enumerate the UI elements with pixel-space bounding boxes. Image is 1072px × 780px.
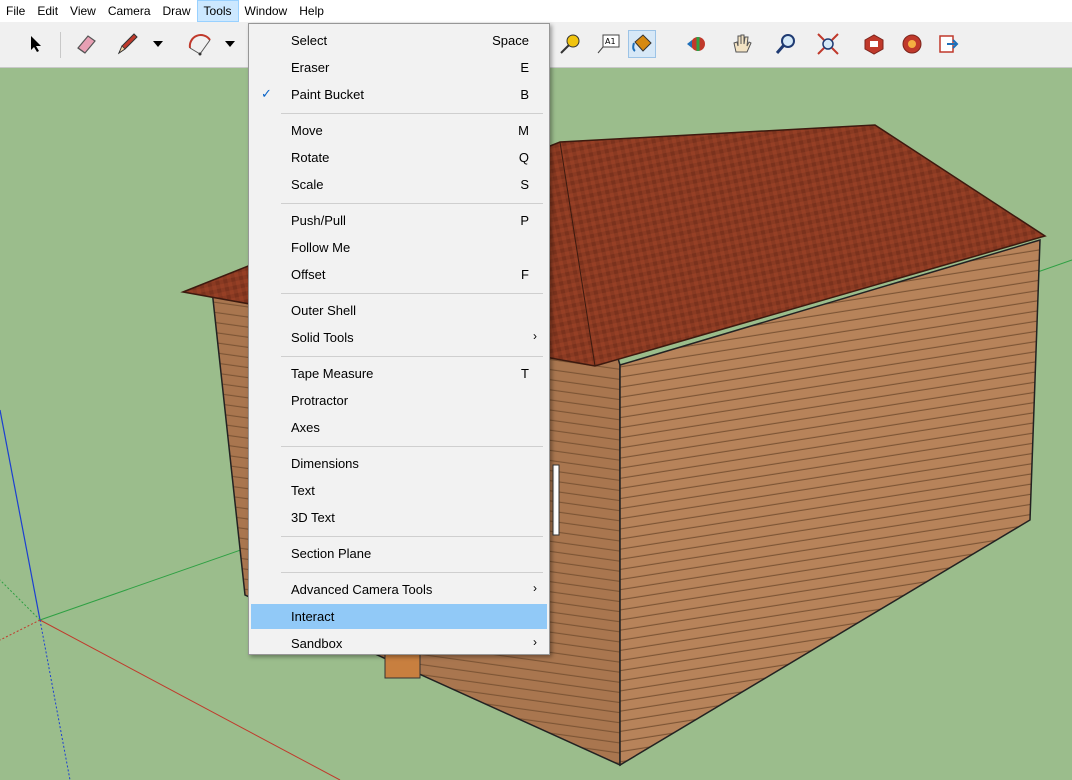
arc-icon[interactable] bbox=[186, 30, 214, 58]
menu-separator bbox=[281, 113, 543, 114]
menu-item-label: Advanced Camera Tools bbox=[291, 582, 433, 597]
menu-item-advanced-camera-tools[interactable]: Advanced Camera Tools › bbox=[251, 577, 547, 602]
menu-item-section-plane[interactable]: Section Plane bbox=[251, 541, 547, 566]
menu-item-label: Axes bbox=[291, 420, 320, 435]
menu-item-label: Solid Tools bbox=[291, 330, 354, 345]
checkmark-icon: ✓ bbox=[261, 86, 272, 101]
menu-bar: File Edit View Camera Draw Tools Window Help bbox=[0, 0, 1072, 22]
menu-item-label: Dimensions bbox=[291, 456, 359, 471]
menu-item-label: Push/Pull bbox=[291, 213, 346, 228]
select-arrow-icon[interactable] bbox=[22, 30, 50, 58]
menu-view[interactable]: View bbox=[64, 0, 102, 22]
menu-separator bbox=[281, 536, 543, 537]
menu-item-label: Offset bbox=[291, 267, 326, 282]
menu-file[interactable]: File bbox=[0, 0, 31, 22]
menu-item-label: Outer Shell bbox=[291, 303, 357, 318]
menu-item-shortcut: B bbox=[520, 87, 529, 102]
menu-item-outer-shell[interactable]: Outer Shell bbox=[251, 298, 547, 323]
menu-item-3d-text[interactable]: 3D Text bbox=[251, 505, 547, 530]
menu-separator bbox=[281, 572, 543, 573]
svg-text:A1: A1 bbox=[605, 37, 616, 46]
submenu-arrow-icon: › bbox=[533, 581, 537, 595]
menu-item-label: Section Plane bbox=[291, 546, 372, 561]
menu-item-move[interactable]: Move M bbox=[251, 118, 547, 143]
menu-item-shortcut: M bbox=[518, 123, 529, 138]
menu-item-label: Follow Me bbox=[291, 240, 351, 255]
menu-item-shortcut: T bbox=[521, 366, 529, 381]
menu-help[interactable]: Help bbox=[293, 0, 330, 22]
3d-warehouse-icon[interactable] bbox=[860, 30, 888, 58]
submenu-arrow-icon: › bbox=[533, 329, 537, 343]
menu-item-interact[interactable]: Interact bbox=[251, 604, 547, 629]
menu-item-label: Sandbox bbox=[291, 636, 343, 651]
zoom-icon[interactable] bbox=[772, 30, 800, 58]
menu-item-label: Text bbox=[291, 483, 315, 498]
layout-send-icon[interactable] bbox=[934, 30, 962, 58]
menu-item-follow-me[interactable]: Follow Me bbox=[251, 235, 547, 260]
menu-separator bbox=[281, 293, 543, 294]
menu-tools[interactable]: Tools bbox=[196, 0, 239, 22]
eraser-icon[interactable] bbox=[72, 30, 100, 58]
menu-item-label: Protractor bbox=[291, 393, 349, 408]
dropdown-arrow-icon[interactable] bbox=[150, 30, 166, 58]
menu-item-dimensions[interactable]: Dimensions bbox=[251, 451, 547, 476]
menu-separator bbox=[281, 203, 543, 204]
orbit-icon[interactable] bbox=[684, 30, 712, 58]
extension-warehouse-icon[interactable] bbox=[898, 30, 926, 58]
menu-edit[interactable]: Edit bbox=[31, 0, 64, 22]
menu-item-shortcut: P bbox=[520, 213, 529, 228]
menu-item-shortcut: E bbox=[520, 60, 529, 75]
menu-separator bbox=[281, 446, 543, 447]
menu-draw[interactable]: Draw bbox=[157, 0, 197, 22]
menu-item-label: Move bbox=[291, 123, 323, 138]
menu-item-solid-tools[interactable]: Solid Tools › bbox=[251, 325, 547, 350]
menu-item-rotate[interactable]: Rotate Q bbox=[251, 145, 547, 170]
tape-measure-icon[interactable] bbox=[556, 30, 584, 58]
paint-bucket-icon[interactable] bbox=[628, 30, 656, 58]
menu-item-shortcut: S bbox=[520, 177, 529, 192]
menu-item-shortcut: Space bbox=[492, 33, 529, 48]
menu-item-label: Tape Measure bbox=[291, 366, 374, 381]
menu-item-shortcut: Q bbox=[518, 150, 529, 165]
zoom-extents-icon[interactable] bbox=[814, 30, 842, 58]
menu-item-push-pull[interactable]: Push/Pull P bbox=[251, 208, 547, 233]
menu-item-protractor[interactable]: Protractor bbox=[251, 388, 547, 413]
menu-item-paint-bucket[interactable]: ✓ Paint Bucket B bbox=[251, 82, 547, 107]
menu-item-text[interactable]: Text bbox=[251, 478, 547, 503]
text-label-icon[interactable]: A1 bbox=[594, 30, 622, 58]
menu-item-label: Select bbox=[291, 33, 328, 48]
menu-item-shortcut: F bbox=[521, 267, 529, 282]
menu-item-label: Paint Bucket bbox=[291, 87, 364, 102]
menu-item-label: Rotate bbox=[291, 150, 330, 165]
menu-separator bbox=[281, 356, 543, 357]
menu-item-label: 3D Text bbox=[291, 510, 335, 525]
menu-item-label: Scale bbox=[291, 177, 324, 192]
menu-camera[interactable]: Camera bbox=[102, 0, 157, 22]
pan-hand-icon[interactable] bbox=[728, 30, 756, 58]
menu-item-scale[interactable]: Scale S bbox=[251, 172, 547, 197]
menu-item-select[interactable]: Select Space bbox=[251, 28, 547, 53]
submenu-arrow-icon: › bbox=[533, 635, 537, 649]
menu-item-eraser[interactable]: Eraser E bbox=[251, 55, 547, 80]
menu-item-label: Eraser bbox=[291, 60, 330, 75]
menu-item-label: Interact bbox=[291, 609, 335, 624]
menu-window[interactable]: Window bbox=[239, 0, 294, 22]
menu-item-sandbox[interactable]: Sandbox › bbox=[251, 631, 547, 656]
menu-item-axes[interactable]: Axes bbox=[251, 415, 547, 440]
pencil-line-icon[interactable] bbox=[114, 30, 142, 58]
dropdown-arrow-icon[interactable] bbox=[222, 30, 238, 58]
tools-dropdown-menu: Select Space Eraser E ✓ Paint Bucket B Move M Rot… bbox=[248, 23, 550, 655]
menu-item-tape-measure[interactable]: Tape Measure T bbox=[251, 361, 547, 386]
menu-item-offset[interactable]: Offset F bbox=[251, 262, 547, 287]
